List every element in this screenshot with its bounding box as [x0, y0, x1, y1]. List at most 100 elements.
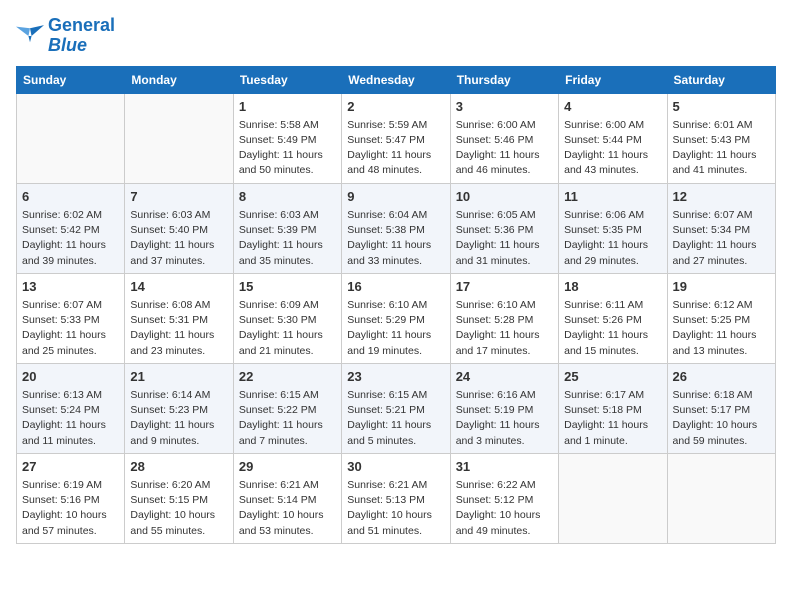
calendar-cell: 1 Sunrise: 5:58 AMSunset: 5:49 PMDaylight… — [233, 93, 341, 183]
day-number: 14 — [130, 278, 227, 296]
week-row-1: 1 Sunrise: 5:58 AMSunset: 5:49 PMDaylight… — [17, 93, 776, 183]
logo-general: General — [48, 16, 115, 36]
header: General Blue — [16, 16, 776, 56]
calendar-cell — [17, 93, 125, 183]
day-info: Sunrise: 6:03 AMSunset: 5:40 PMDaylight:… — [130, 208, 227, 269]
calendar-table: SundayMondayTuesdayWednesdayThursdayFrid… — [16, 66, 776, 544]
day-number: 13 — [22, 278, 119, 296]
day-number: 10 — [456, 188, 553, 206]
day-number: 7 — [130, 188, 227, 206]
day-info: Sunrise: 6:17 AMSunset: 5:18 PMDaylight:… — [564, 388, 661, 449]
calendar-cell: 10Sunrise: 6:05 AMSunset: 5:36 PMDayligh… — [450, 183, 558, 273]
day-number: 6 — [22, 188, 119, 206]
day-info: Sunrise: 5:58 AMSunset: 5:49 PMDaylight:… — [239, 118, 336, 179]
logo-icon — [16, 25, 44, 47]
day-info: Sunrise: 6:15 AMSunset: 5:22 PMDaylight:… — [239, 388, 336, 449]
calendar-cell: 17Sunrise: 6:10 AMSunset: 5:28 PMDayligh… — [450, 273, 558, 363]
day-number: 19 — [673, 278, 770, 296]
day-number: 21 — [130, 368, 227, 386]
week-row-3: 13 Sunrise: 6:07 AMSunset: 5:33 PMDayligh… — [17, 273, 776, 363]
day-info: Sunrise: 6:02 AMSunset: 5:42 PMDaylight:… — [22, 208, 119, 269]
week-row-4: 20 Sunrise: 6:13 AMSunset: 5:24 PMDayligh… — [17, 363, 776, 453]
day-info: Sunrise: 6:10 AMSunset: 5:28 PMDaylight:… — [456, 298, 553, 359]
calendar-cell: 31 Sunrise: 6:22 AMSunset: 5:12 PMDayligh… — [450, 453, 558, 543]
day-number: 4 — [564, 98, 661, 116]
calendar-cell: 13 Sunrise: 6:07 AMSunset: 5:33 PMDayligh… — [17, 273, 125, 363]
day-number: 15 — [239, 278, 336, 296]
logo: General Blue — [16, 16, 115, 56]
calendar-cell: 16Sunrise: 6:10 AMSunset: 5:29 PMDayligh… — [342, 273, 450, 363]
logo-blue: Blue — [48, 36, 115, 56]
day-number: 9 — [347, 188, 444, 206]
day-info: Sunrise: 6:16 AMSunset: 5:19 PMDaylight:… — [456, 388, 553, 449]
weekday-header-saturday: Saturday — [667, 66, 775, 93]
day-info: Sunrise: 6:21 AMSunset: 5:13 PMDaylight:… — [347, 478, 444, 539]
day-number: 24 — [456, 368, 553, 386]
calendar-cell: 8 Sunrise: 6:03 AMSunset: 5:39 PMDaylight… — [233, 183, 341, 273]
calendar-cell: 27Sunrise: 6:19 AMSunset: 5:16 PMDayligh… — [17, 453, 125, 543]
day-number: 8 — [239, 188, 336, 206]
day-number: 18 — [564, 278, 661, 296]
weekday-header-thursday: Thursday — [450, 66, 558, 93]
calendar-cell: 28Sunrise: 6:20 AMSunset: 5:15 PMDayligh… — [125, 453, 233, 543]
calendar-cell: 14 Sunrise: 6:08 AMSunset: 5:31 PMDayligh… — [125, 273, 233, 363]
day-number: 28 — [130, 458, 227, 476]
day-info: Sunrise: 6:00 AMSunset: 5:44 PMDaylight:… — [564, 118, 661, 179]
week-row-2: 6 Sunrise: 6:02 AMSunset: 5:42 PMDaylight… — [17, 183, 776, 273]
calendar-cell: 23 Sunrise: 6:15 AMSunset: 5:21 PMDayligh… — [342, 363, 450, 453]
weekday-header-wednesday: Wednesday — [342, 66, 450, 93]
calendar-cell: 2 Sunrise: 5:59 AMSunset: 5:47 PMDaylight… — [342, 93, 450, 183]
day-number: 26 — [673, 368, 770, 386]
calendar-cell: 18 Sunrise: 6:11 AMSunset: 5:26 PMDayligh… — [559, 273, 667, 363]
day-number: 31 — [456, 458, 553, 476]
day-info: Sunrise: 6:18 AMSunset: 5:17 PMDaylight:… — [673, 388, 770, 449]
day-info: Sunrise: 6:08 AMSunset: 5:31 PMDaylight:… — [130, 298, 227, 359]
calendar-cell — [667, 453, 775, 543]
day-number: 12 — [673, 188, 770, 206]
calendar-cell: 6 Sunrise: 6:02 AMSunset: 5:42 PMDaylight… — [17, 183, 125, 273]
calendar-cell: 24 Sunrise: 6:16 AMSunset: 5:19 PMDayligh… — [450, 363, 558, 453]
calendar-cell: 4 Sunrise: 6:00 AMSunset: 5:44 PMDaylight… — [559, 93, 667, 183]
day-number: 30 — [347, 458, 444, 476]
day-number: 25 — [564, 368, 661, 386]
day-info: Sunrise: 6:15 AMSunset: 5:21 PMDaylight:… — [347, 388, 444, 449]
calendar-cell: 12 Sunrise: 6:07 AMSunset: 5:34 PMDayligh… — [667, 183, 775, 273]
calendar-cell: 26 Sunrise: 6:18 AMSunset: 5:17 PMDayligh… — [667, 363, 775, 453]
day-number: 23 — [347, 368, 444, 386]
day-number: 3 — [456, 98, 553, 116]
day-info: Sunrise: 6:10 AMSunset: 5:29 PMDaylight:… — [347, 298, 444, 359]
day-info: Sunrise: 6:03 AMSunset: 5:39 PMDaylight:… — [239, 208, 336, 269]
day-info: Sunrise: 6:12 AMSunset: 5:25 PMDaylight:… — [673, 298, 770, 359]
calendar-cell: 25 Sunrise: 6:17 AMSunset: 5:18 PMDayligh… — [559, 363, 667, 453]
weekday-header-tuesday: Tuesday — [233, 66, 341, 93]
day-number: 2 — [347, 98, 444, 116]
calendar-cell: 9Sunrise: 6:04 AMSunset: 5:38 PMDaylight… — [342, 183, 450, 273]
day-info: Sunrise: 6:07 AMSunset: 5:34 PMDaylight:… — [673, 208, 770, 269]
calendar-cell: 29Sunrise: 6:21 AMSunset: 5:14 PMDayligh… — [233, 453, 341, 543]
weekday-header-friday: Friday — [559, 66, 667, 93]
weekday-header-sunday: Sunday — [17, 66, 125, 93]
calendar-cell: 7 Sunrise: 6:03 AMSunset: 5:40 PMDaylight… — [125, 183, 233, 273]
day-info: Sunrise: 6:13 AMSunset: 5:24 PMDaylight:… — [22, 388, 119, 449]
calendar-cell: 11Sunrise: 6:06 AMSunset: 5:35 PMDayligh… — [559, 183, 667, 273]
day-info: Sunrise: 6:07 AMSunset: 5:33 PMDaylight:… — [22, 298, 119, 359]
calendar-cell — [125, 93, 233, 183]
day-number: 27 — [22, 458, 119, 476]
calendar-cell: 3 Sunrise: 6:00 AMSunset: 5:46 PMDaylight… — [450, 93, 558, 183]
day-number: 20 — [22, 368, 119, 386]
day-number: 22 — [239, 368, 336, 386]
day-info: Sunrise: 6:00 AMSunset: 5:46 PMDaylight:… — [456, 118, 553, 179]
calendar-cell: 20 Sunrise: 6:13 AMSunset: 5:24 PMDayligh… — [17, 363, 125, 453]
day-number: 11 — [564, 188, 661, 206]
day-info: Sunrise: 6:22 AMSunset: 5:12 PMDaylight:… — [456, 478, 553, 539]
day-info: Sunrise: 6:09 AMSunset: 5:30 PMDaylight:… — [239, 298, 336, 359]
week-row-5: 27Sunrise: 6:19 AMSunset: 5:16 PMDayligh… — [17, 453, 776, 543]
day-info: Sunrise: 5:59 AMSunset: 5:47 PMDaylight:… — [347, 118, 444, 179]
day-info: Sunrise: 6:01 AMSunset: 5:43 PMDaylight:… — [673, 118, 770, 179]
calendar-cell: 15 Sunrise: 6:09 AMSunset: 5:30 PMDayligh… — [233, 273, 341, 363]
day-number: 29 — [239, 458, 336, 476]
calendar-cell: 30 Sunrise: 6:21 AMSunset: 5:13 PMDayligh… — [342, 453, 450, 543]
calendar-cell — [559, 453, 667, 543]
day-number: 1 — [239, 98, 336, 116]
day-info: Sunrise: 6:11 AMSunset: 5:26 PMDaylight:… — [564, 298, 661, 359]
